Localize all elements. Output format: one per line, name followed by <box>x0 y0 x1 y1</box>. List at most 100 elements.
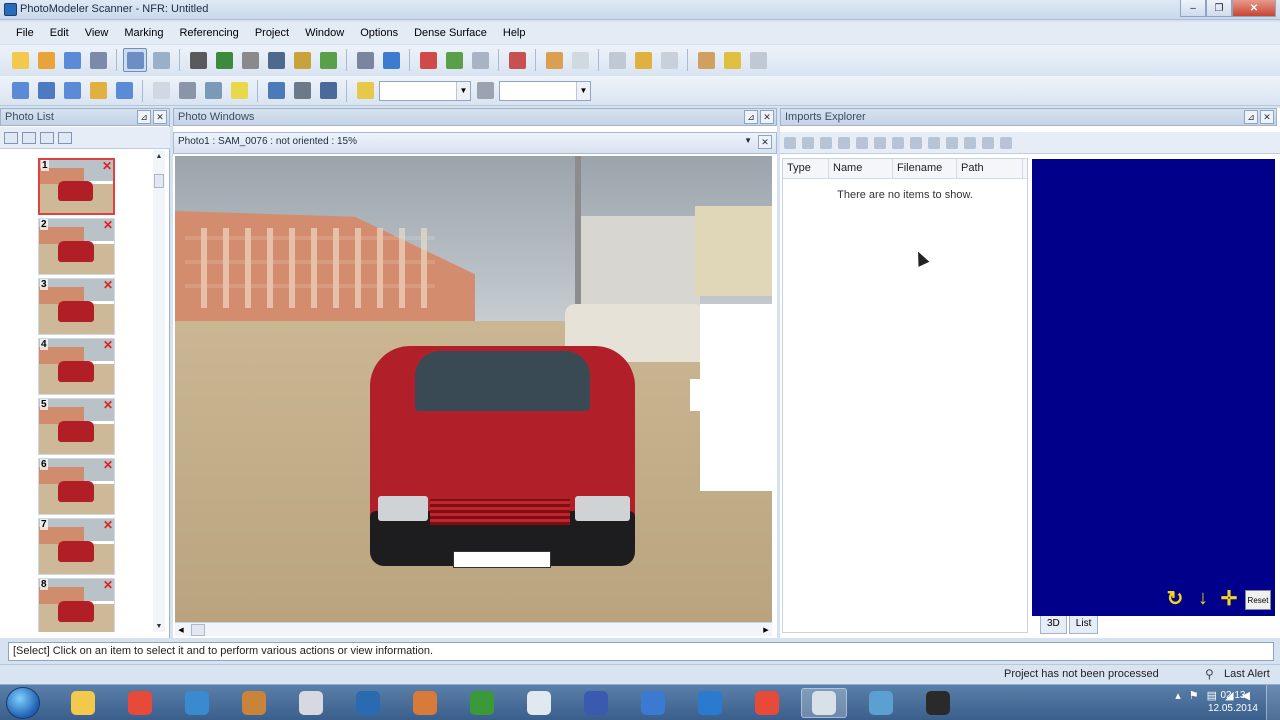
scroll-thumb[interactable] <box>154 174 164 188</box>
import-up-icon[interactable] <box>856 136 868 149</box>
imports-list[interactable]: Type Name Filename Path There are no ite… <box>782 158 1028 633</box>
idealize-button[interactable] <box>542 48 566 72</box>
tab-3d[interactable]: 3D <box>1040 616 1067 634</box>
open-project-button[interactable] <box>34 48 58 72</box>
globe-combo-button[interactable] <box>473 79 497 103</box>
app-dx-taskbar-button[interactable] <box>288 688 334 718</box>
table-button[interactable] <box>568 48 592 72</box>
texture-button[interactable] <box>657 48 681 72</box>
cylinder-tool-button[interactable] <box>290 48 314 72</box>
close-button[interactable]: ✕ <box>1232 0 1276 17</box>
check-button[interactable] <box>468 48 492 72</box>
photo-thumbnail[interactable]: 2 ✕ <box>38 218 115 275</box>
chevron-down-icon[interactable]: ▼ <box>456 81 470 100</box>
combo-box-1[interactable]: ▼ <box>379 80 471 101</box>
layout-button[interactable] <box>149 79 173 103</box>
import-button[interactable] <box>720 48 744 72</box>
menu-referencing[interactable]: Referencing <box>171 27 246 39</box>
minimize-button[interactable]: – <box>1180 0 1206 17</box>
app-earth-taskbar-button[interactable] <box>687 688 733 718</box>
photo-thumbnail[interactable]: 1 ✕ <box>38 158 115 215</box>
move-button[interactable] <box>505 48 529 72</box>
app-camera-taskbar-button[interactable] <box>915 688 961 718</box>
photo-thumbnail[interactable]: 7 ✕ <box>38 518 115 575</box>
magnify-select-button[interactable] <box>149 48 173 72</box>
dense-button[interactable] <box>631 48 655 72</box>
measure-tool-button[interactable] <box>379 48 403 72</box>
scroll-down-icon[interactable]: ▼ <box>153 620 165 632</box>
combo-box-2[interactable]: ▼ <box>499 80 591 101</box>
edge-tool-button[interactable] <box>353 48 377 72</box>
col-type[interactable]: Type <box>783 159 829 178</box>
tray-expand-icon[interactable]: ▴ <box>1175 689 1181 702</box>
clock[interactable]: 02:13 12.05.2014 <box>1208 689 1258 715</box>
photo-thumbnail[interactable]: 4 ✕ <box>38 338 115 395</box>
chrome-taskbar-button[interactable] <box>117 688 163 718</box>
pin-icon[interactable]: ⊿ <box>1244 110 1258 124</box>
app-globe-green-taskbar-button[interactable] <box>459 688 505 718</box>
menu-help[interactable]: Help <box>495 27 534 39</box>
menu-options[interactable]: Options <box>352 27 406 39</box>
import-refresh-icon[interactable] <box>838 136 850 149</box>
pin-icon[interactable]: ⊿ <box>137 110 151 124</box>
window-button[interactable] <box>175 79 199 103</box>
first-icon[interactable] <box>892 136 904 149</box>
app-calc-taskbar-button[interactable] <box>858 688 904 718</box>
photo-thumbnail[interactable]: 8 ✕ <box>38 578 115 632</box>
app-swirl-taskbar-button[interactable] <box>231 688 277 718</box>
close-icon[interactable]: ✕ <box>1260 110 1274 124</box>
zoom-fit-button[interactable] <box>290 79 314 103</box>
color-bar-button[interactable] <box>227 79 251 103</box>
view-2d-button[interactable] <box>8 79 32 103</box>
last-icon[interactable] <box>964 136 976 149</box>
app-chrome2-taskbar-button[interactable] <box>744 688 790 718</box>
rotate-icon[interactable]: ↻ <box>1163 586 1187 610</box>
app-ball-taskbar-button[interactable] <box>630 688 676 718</box>
menu-file[interactable]: File <box>8 27 42 39</box>
pan-icon[interactable]: ✛ <box>1217 586 1241 610</box>
close-icon[interactable]: ✕ <box>153 110 167 124</box>
app-line-taskbar-button[interactable] <box>516 688 562 718</box>
reference-tool-button[interactable] <box>416 48 440 72</box>
photo-thumbnail[interactable]: 3 ✕ <box>38 278 115 335</box>
import-remove-icon[interactable] <box>820 136 832 149</box>
start-button[interactable] <box>6 687 40 719</box>
process-button[interactable] <box>442 48 466 72</box>
grid-button[interactable] <box>746 48 770 72</box>
add-icon[interactable] <box>982 136 994 149</box>
menu-edit[interactable]: Edit <box>42 27 77 39</box>
line-tool-button[interactable] <box>238 48 262 72</box>
close-icon[interactable]: ✕ <box>760 110 774 124</box>
last-alert[interactable]: Last Alert <box>1224 668 1270 680</box>
settings-icon[interactable] <box>1000 136 1012 149</box>
camera-combo-button[interactable] <box>353 79 377 103</box>
import-edit-icon[interactable] <box>802 136 814 149</box>
zoom-button[interactable] <box>264 79 288 103</box>
zoom-down-icon[interactable]: ↓ <box>1193 586 1213 610</box>
app-star-taskbar-button[interactable] <box>174 688 220 718</box>
menu-marking[interactable]: Marking <box>116 27 171 39</box>
app-book-taskbar-button[interactable] <box>402 688 448 718</box>
select-tool-button[interactable] <box>123 48 147 72</box>
view-3d-button[interactable] <box>34 79 58 103</box>
tile-button[interactable] <box>201 79 225 103</box>
pin-icon[interactable]: ⊿ <box>744 110 758 124</box>
menu-view[interactable]: View <box>77 27 117 39</box>
col-path[interactable]: Path <box>957 159 1023 178</box>
remove-photo-icon[interactable] <box>22 131 36 144</box>
undo-button[interactable] <box>86 48 110 72</box>
export-button[interactable] <box>694 48 718 72</box>
photo-tab[interactable]: Photo1 : SAM_0076 : not oriented : 15% ▼… <box>173 132 777 154</box>
import-filter-icon[interactable] <box>874 136 886 149</box>
scroll-up-icon[interactable]: ▲ <box>153 150 165 162</box>
show-desktop-button[interactable] <box>1266 685 1280 720</box>
scroll-right-icon[interactable]: ▶ <box>760 624 772 636</box>
3d-view[interactable]: ↻ ↓ ✛ Reset <box>1032 159 1275 616</box>
photo-list-scrollbar[interactable]: ▲ ▼ <box>153 150 165 632</box>
view-photo-button[interactable] <box>60 79 84 103</box>
marking-button[interactable] <box>605 48 629 72</box>
import-add-icon[interactable] <box>784 136 796 149</box>
prev-icon[interactable] <box>910 136 922 149</box>
grid-view-button[interactable] <box>316 79 340 103</box>
flag-icon[interactable]: ⚑ <box>1189 689 1199 702</box>
